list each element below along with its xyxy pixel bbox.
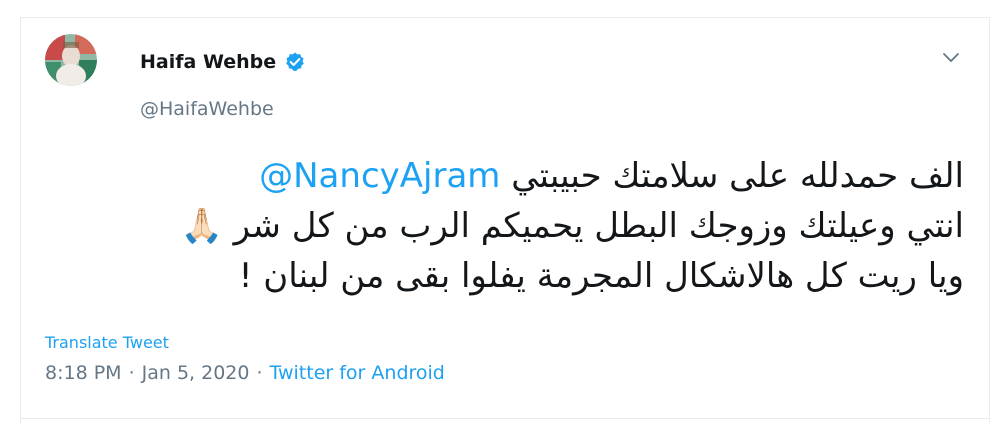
tweet-meta: 8:18 PM · Jan 5, 2020 · Twitter for Andr… [45,362,445,384]
tweet-line-text: انتي وعيلتك وزوجك البطل يحميكم الرب من ك… [222,206,964,246]
tweet-line-text: الف حمدلله على سلامتك حبيبتي [500,156,964,196]
tweet-line: ويا ريت كل هالاشكال المجرمة يفلوا بقى من… [171,251,964,301]
meta-separator: · [128,362,135,384]
user-handle[interactable]: @HaifaWehbe [140,98,274,120]
tweet-line: الف حمدلله على سلامتك حبيبتي @NancyAjram [171,151,964,201]
tweet-source-link[interactable]: Twitter for Android [270,362,445,384]
tweet-line: انتي وعيلتك وزوجك البطل يحميكم الرب من ك… [171,201,964,251]
user-name[interactable]: Haifa Wehbe [140,51,276,73]
tweet-line-text: ويا ريت كل هالاشكال المجرمة يفلوا بقى من… [238,256,964,296]
user-name-row[interactable]: Haifa Wehbe [140,47,306,77]
avatar[interactable] [45,34,97,86]
folded-hands-emoji: 🙏🏻 [180,206,223,246]
mention-link[interactable]: @NancyAjram [259,156,500,196]
chevron-down-icon[interactable] [939,45,963,69]
translate-tweet-link[interactable]: Translate Tweet [45,333,169,352]
verified-badge-icon [284,51,306,73]
tweet-card: Haifa Wehbe @HaifaWehbe الف حمدلله على س… [20,17,990,423]
tweet-text: الف حمدلله على سلامتك حبيبتي @NancyAjram… [171,151,964,301]
tweet-time[interactable]: 8:18 PM [45,362,122,384]
card-bottom-border [20,418,990,419]
tweet-date[interactable]: Jan 5, 2020 [142,362,250,384]
meta-separator: · [256,362,263,384]
